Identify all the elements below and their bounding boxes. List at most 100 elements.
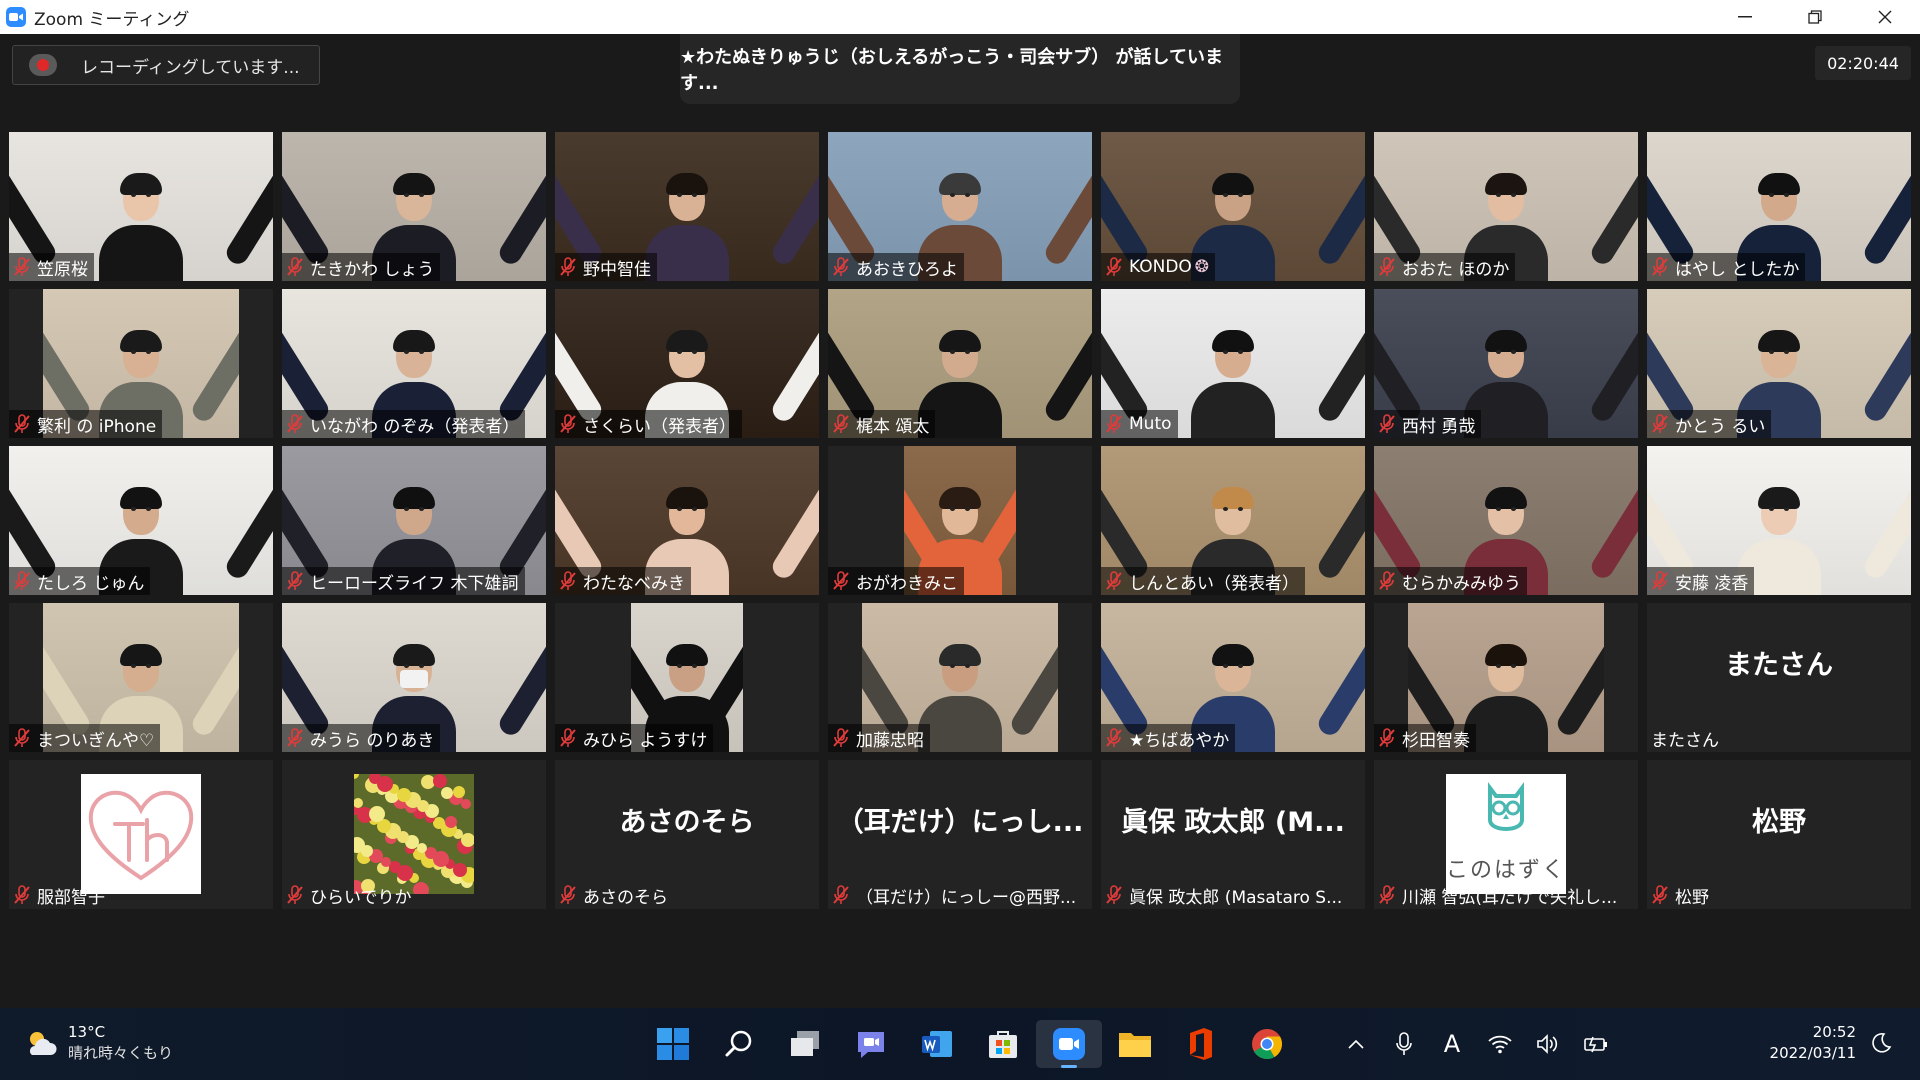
participant-name: 川瀬 智弘(耳だけで失礼し... xyxy=(1402,887,1618,908)
participant-tile[interactable]: まついぎんや♡ xyxy=(9,603,273,752)
participant-name: まついぎんや♡ xyxy=(37,730,155,751)
participant-name: 松野 xyxy=(1675,887,1709,908)
task-view-button[interactable] xyxy=(772,1020,838,1068)
participant-tile[interactable]: さくらい（発表者） xyxy=(555,289,819,438)
participant-tile[interactable]: （耳だけ）にっし... （耳だけ）にっしー@西野... xyxy=(828,760,1092,909)
participant-name-label: おおた ほのか xyxy=(1374,253,1516,281)
windows-taskbar: 13°C 晴れ時々くもり A 20:52 2022/03/11 xyxy=(0,1008,1920,1080)
participant-tile[interactable]: いながわ のぞみ（発表者） xyxy=(282,289,546,438)
participant-name: かとう るい xyxy=(1675,416,1766,437)
participant-name: ヒーローズライフ 木下雄詞 xyxy=(310,573,519,594)
weather-temp: 13°C xyxy=(68,1023,106,1041)
participant-name-label: はやし としたか xyxy=(1647,253,1806,281)
participant-name-label: 繁利 の iPhone xyxy=(9,410,163,438)
participant-tile[interactable]: ★ちばあやか xyxy=(1101,603,1365,752)
participant-tile[interactable]: 繁利 の iPhone xyxy=(9,289,273,438)
participant-tile[interactable]: しんとあい（発表者） xyxy=(1101,446,1365,595)
participant-tile[interactable]: 加藤忠昭 xyxy=(828,603,1092,752)
mic-muted-icon xyxy=(1379,728,1395,747)
participant-name-label: しんとあい（発表者） xyxy=(1101,567,1305,595)
participant-tile[interactable]: あさのそら あさのそら xyxy=(555,760,819,909)
speaker-icon xyxy=(1537,1034,1558,1054)
participant-tile[interactable]: KONDO ❂ xyxy=(1101,132,1365,281)
participant-tile[interactable]: むらかみみゆう xyxy=(1374,446,1638,595)
folder-icon xyxy=(1119,1033,1151,1057)
participant-name: あさのそら xyxy=(583,887,668,908)
store-button[interactable] xyxy=(970,1020,1036,1068)
participant-name-label: 笠原桜 xyxy=(9,253,94,281)
participant-tile[interactable]: わたなべみき xyxy=(555,446,819,595)
participant-name-label: 眞保 政太郎 (Masataro S... xyxy=(1101,881,1348,909)
zoom-taskbar-button[interactable] xyxy=(1036,1020,1102,1068)
participant-name: 加藤忠昭 xyxy=(856,730,924,751)
microphone-tray-button[interactable] xyxy=(1380,1030,1428,1058)
participant-tile[interactable]: 眞保 政太郎 (M... 眞保 政太郎 (Masataro S... xyxy=(1101,760,1365,909)
participant-name-label: 松野 xyxy=(1647,881,1715,909)
participant-tile[interactable]: みひら ようすけ xyxy=(555,603,819,752)
participant-tile[interactable]: またさん またさん xyxy=(1647,603,1911,752)
zoom-icon xyxy=(1053,1028,1085,1060)
participant-tile[interactable]: たきかわ しょう xyxy=(282,132,546,281)
ime-indicator[interactable]: A xyxy=(1428,1030,1476,1058)
word-button[interactable] xyxy=(904,1020,970,1068)
meeting-timer: 02:20:44 xyxy=(1815,46,1911,80)
focus-assist-button[interactable] xyxy=(1870,1032,1892,1058)
mic-muted-icon xyxy=(287,728,303,747)
participant-tile[interactable]: たしろ じゅん xyxy=(9,446,273,595)
participant-tile[interactable]: Muto xyxy=(1101,289,1365,438)
meeting-timer-value: 02:20:44 xyxy=(1827,53,1899,73)
recording-indicator[interactable]: レコーディングしています... xyxy=(12,45,320,85)
participant-tile[interactable]: このはずく 川瀬 智弘(耳だけで失礼し... xyxy=(1374,760,1638,909)
weather-widget[interactable]: 13°C 晴れ時々くもり xyxy=(24,1022,173,1064)
participant-tile[interactable]: 野中智佳 xyxy=(555,132,819,281)
search-button[interactable] xyxy=(706,1020,772,1068)
participant-name: 西村 勇哉 xyxy=(1402,416,1476,437)
mic-muted-indicator xyxy=(832,728,850,748)
participant-name-label: ひらいでりか xyxy=(282,881,418,909)
wifi-button[interactable] xyxy=(1476,1030,1524,1058)
participant-name-label: おがわきみこ xyxy=(828,567,964,595)
participant-tile[interactable]: あおきひろよ xyxy=(828,132,1092,281)
participant-name-label: たきかわ しょう xyxy=(282,253,441,281)
volume-button[interactable] xyxy=(1524,1030,1572,1058)
participant-tile[interactable]: 梶本 頌太 xyxy=(828,289,1092,438)
participant-tile[interactable]: ひらいでりか xyxy=(282,760,546,909)
restore-button[interactable] xyxy=(1780,0,1850,34)
participant-tile[interactable]: ヒーローズライフ 木下雄詞 xyxy=(282,446,546,595)
participant-tile[interactable]: 松野 松野 xyxy=(1647,760,1911,909)
participant-tile[interactable]: はやし としたか xyxy=(1647,132,1911,281)
participant-tile[interactable]: おがわきみこ xyxy=(828,446,1092,595)
teams-chat-button[interactable] xyxy=(838,1020,904,1068)
chevron-up-icon xyxy=(1348,1039,1364,1049)
taskbar-clock[interactable]: 20:52 2022/03/11 xyxy=(1764,1022,1856,1064)
participant-name: むらかみみゆう xyxy=(1402,573,1521,594)
participant-name: さくらい（発表者） xyxy=(583,416,736,437)
minimize-button[interactable] xyxy=(1710,0,1780,34)
show-hidden-icons-button[interactable] xyxy=(1332,1030,1380,1058)
participant-name: 杉田智奏 xyxy=(1402,730,1470,751)
participant-tile[interactable]: 笠原桜 xyxy=(9,132,273,281)
participant-tile[interactable]: 西村 勇哉 xyxy=(1374,289,1638,438)
participant-name: みうら のりあき xyxy=(310,730,435,751)
participant-tile[interactable]: かとう るい xyxy=(1647,289,1911,438)
close-button[interactable] xyxy=(1850,0,1920,34)
participant-tile[interactable]: みうら のりあき xyxy=(282,603,546,752)
mic-muted-indicator xyxy=(832,257,850,277)
file-explorer-button[interactable] xyxy=(1102,1020,1168,1068)
mic-muted-icon xyxy=(287,414,303,433)
battery-button[interactable] xyxy=(1572,1030,1620,1058)
participant-tile[interactable]: 安藤 凌香 xyxy=(1647,446,1911,595)
office-icon xyxy=(1190,1028,1212,1060)
system-tray: A xyxy=(1332,1030,1620,1058)
participant-tile[interactable]: 杉田智奏 xyxy=(1374,603,1638,752)
office-button[interactable] xyxy=(1168,1020,1234,1068)
restore-icon xyxy=(1808,10,1822,24)
start-button[interactable] xyxy=(640,1020,706,1068)
mic-muted-indicator xyxy=(1378,885,1396,905)
participant-tile[interactable]: おおた ほのか xyxy=(1374,132,1638,281)
windows-logo-icon xyxy=(657,1028,689,1060)
participant-tile[interactable]: 服部智子 xyxy=(9,760,273,909)
chrome-button[interactable] xyxy=(1234,1020,1300,1068)
battery-charging-icon xyxy=(1584,1036,1607,1053)
participant-name-label: 野中智佳 xyxy=(555,253,657,281)
